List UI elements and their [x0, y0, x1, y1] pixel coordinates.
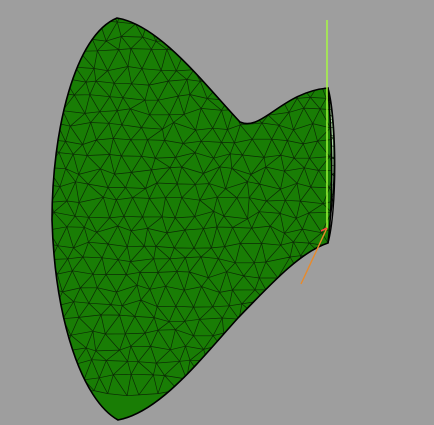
3d-viewport[interactable] — [0, 0, 434, 425]
mesh-render-canvas[interactable] — [0, 0, 434, 425]
